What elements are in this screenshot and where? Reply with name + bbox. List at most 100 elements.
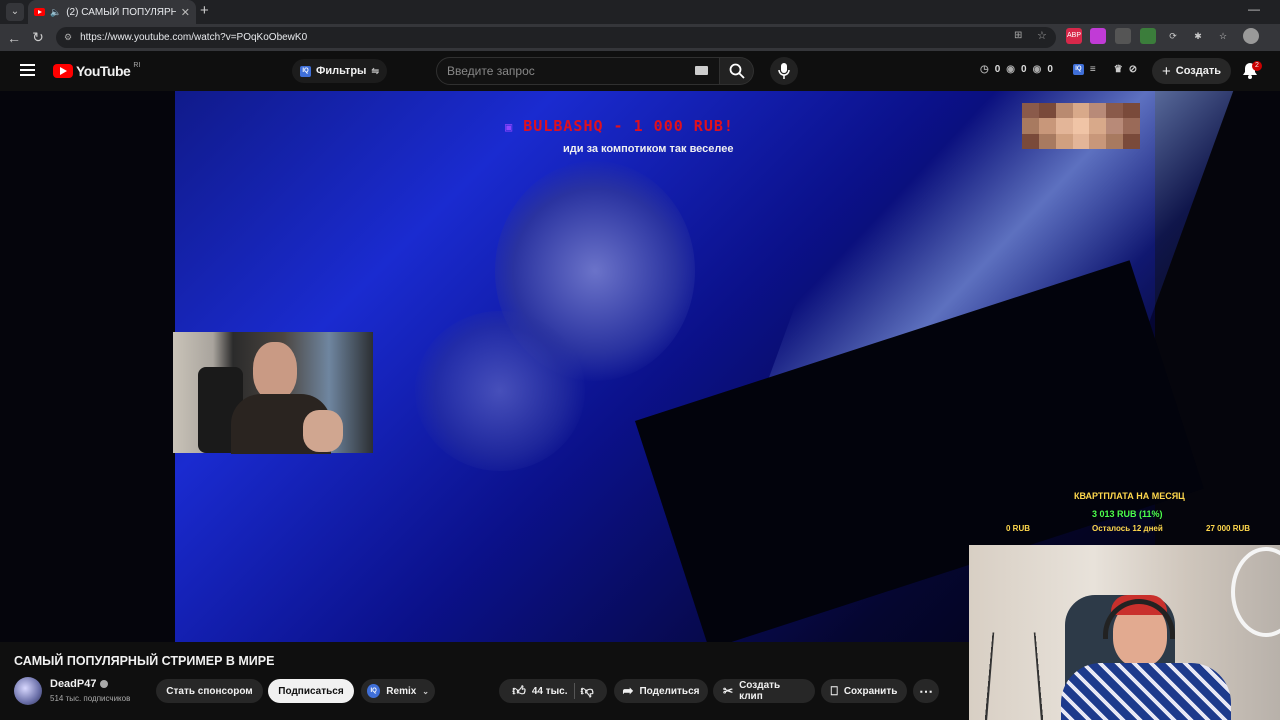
sponsor-button[interactable]: Стать спонсором	[156, 679, 263, 703]
stat-value: 0	[994, 64, 1001, 75]
filters-button[interactable]: IQ Фильтры ⇋	[292, 59, 387, 83]
sponsor-label: Стать спонсором	[166, 685, 253, 697]
create-label: Создать	[1175, 65, 1222, 77]
eye-off-icon: ◉	[1032, 64, 1042, 75]
extension-stats[interactable]: ◷ 0 ◉ 0 ◉ 0 IQ ≡ ♛ ⊘	[980, 64, 1137, 75]
tab-title: (2) САМЫЙ ПОПУЛЯРНЫЙ	[66, 6, 176, 18]
browser-tab[interactable]: 🔈 (2) САМЫЙ ПОПУЛЯРНЫЙ ✕	[28, 0, 196, 24]
tag-icon[interactable]: ⊘	[1129, 64, 1137, 75]
url-text: https://www.youtube.com/watch?v=POqKoObe…	[80, 32, 308, 43]
streamer-webcam	[173, 332, 373, 454]
adblock-extension-icon[interactable]: ABP	[1066, 28, 1082, 44]
channel-name: DeadP47	[50, 678, 97, 690]
notifications-badge: 2	[1252, 61, 1262, 71]
search-icon	[729, 63, 745, 79]
donation-message: иди за компотиком так веселее	[563, 143, 734, 155]
extension-icon[interactable]	[1115, 28, 1131, 44]
stat-value: 0	[1047, 64, 1053, 75]
like-button[interactable]: 👍︎ 44 тыс.	[512, 683, 567, 699]
pixelated-overlay	[1022, 103, 1140, 149]
remix-label: Remix	[386, 685, 417, 697]
voice-search-button[interactable]	[770, 57, 798, 85]
search-button[interactable]	[720, 57, 754, 85]
clip-label: Создать клип	[739, 680, 781, 702]
logo-country-code: RI	[133, 61, 141, 69]
search-placeholder: Введите запрос	[447, 64, 535, 78]
reload-icon[interactable]: ↻	[26, 29, 50, 46]
youtube-favicon-icon	[34, 8, 45, 16]
remix-button[interactable]: IQ Remix ⌄	[361, 679, 435, 703]
extension-icon[interactable]: IQ	[1072, 64, 1084, 75]
ring-light	[1231, 547, 1280, 637]
create-button[interactable]: + Создать	[1152, 58, 1232, 84]
video-title: САМЫЙ ПОПУЛЯРНЫЙ СТРИМЕР В МИРЕ	[14, 654, 275, 668]
back-icon[interactable]: ←	[2, 30, 26, 46]
verified-icon	[100, 680, 109, 688]
trophy-icon[interactable]: ♛	[1114, 64, 1123, 75]
keyboard-icon[interactable]	[695, 66, 708, 75]
site-info-icon[interactable]: ⚙	[64, 32, 72, 43]
youtube-header: YouTube RI IQ Фильтры ⇋ Введите запрос ◷…	[0, 51, 1280, 91]
address-bar[interactable]: ⚙ https://www.youtube.com/watch?v=POqKoO…	[56, 27, 1056, 48]
extension-icon: IQ	[300, 65, 311, 77]
goal-max: 27 000 RUB	[1206, 524, 1251, 533]
more-icon: ⋯	[919, 682, 933, 699]
browser-toolbar: ← ↻ ⚙ https://www.youtube.com/watch?v=PO…	[0, 24, 1280, 51]
scissors-icon: ✂	[723, 684, 734, 698]
goal-remaining: Осталось 12 дней	[1092, 524, 1163, 533]
favorites-icon[interactable]: ☆	[1215, 28, 1231, 44]
logo-text: YouTube	[76, 63, 131, 79]
stat-value: 0	[1021, 64, 1027, 75]
subscribe-label: Подписаться	[278, 685, 344, 697]
close-tab-icon[interactable]: ✕	[181, 6, 190, 19]
filters-label: Фильтры	[316, 65, 367, 77]
plus-icon: +	[1162, 62, 1171, 80]
subscriber-count: 514 тыс. подписчиков	[50, 694, 131, 703]
alert-title: BULBASHQ - 1 000 RUB!	[523, 117, 734, 135]
extension-icon[interactable]	[1090, 28, 1106, 44]
clip-button[interactable]: ✂ Создать клип	[713, 679, 815, 703]
goal-current: 3 013 RUB (11%)	[1092, 509, 1163, 519]
speaker-icon[interactable]: 🔈	[50, 7, 61, 18]
thumbs-down-icon: 👎︎	[580, 683, 594, 698]
like-count: 44 тыс.	[531, 685, 568, 697]
reactor-webcam	[969, 545, 1280, 720]
goal-min: 0 RUB	[1006, 524, 1031, 533]
extension-icon[interactable]	[1140, 28, 1156, 44]
share-button[interactable]: ➦ Поделиться	[614, 679, 708, 703]
minimize-window-button[interactable]: —	[1248, 2, 1260, 16]
more-actions-button[interactable]: ⋯	[913, 679, 939, 703]
goal-title: КВАРТПЛАТА НА МЕСЯЦ	[1074, 491, 1185, 501]
youtube-play-icon	[53, 64, 73, 78]
puzzle-extensions-icon[interactable]: ✱	[1190, 28, 1206, 44]
bookmark-icon: ⎕	[830, 683, 838, 698]
browser-tab-bar: ⌄ 🔈 (2) САМЫЙ ПОПУЛЯРНЫЙ ✕ + —	[0, 0, 1280, 24]
channel-avatar[interactable]	[14, 677, 42, 705]
microphone-icon	[778, 63, 790, 79]
sliders-icon: ⇋	[371, 65, 379, 76]
dislike-button[interactable]: 👎︎	[581, 683, 594, 699]
subscribe-button[interactable]: Подписаться	[268, 679, 354, 703]
person-face	[415, 311, 585, 471]
person-body	[1061, 663, 1231, 720]
donation-alert-text: ▣ BULBASHQ - 1 000 RUB!	[505, 117, 734, 135]
menu-icon[interactable]	[20, 64, 35, 76]
new-tab-button[interactable]: +	[200, 2, 209, 19]
youtube-logo[interactable]: YouTube RI	[53, 61, 141, 79]
like-dislike-group: 👍︎ 44 тыс. 👎︎	[499, 679, 607, 703]
sync-icon[interactable]: ⟳	[1165, 28, 1181, 44]
list-icon[interactable]: ≡	[1090, 64, 1096, 75]
twitch-icon: ▣	[505, 120, 514, 134]
tab-list-button[interactable]: ⌄	[6, 3, 24, 21]
chevron-down-icon: ⌄	[422, 686, 429, 696]
save-label: Сохранить	[843, 685, 898, 697]
divider	[573, 683, 575, 699]
save-button[interactable]: ⎕ Сохранить	[821, 679, 907, 703]
eye-icon: ◉	[1006, 64, 1016, 75]
bookmark-star-icon[interactable]: ☆	[1037, 29, 1047, 42]
profile-avatar[interactable]	[1243, 28, 1259, 44]
search-input[interactable]: Введите запрос	[436, 57, 720, 85]
install-app-icon[interactable]: ⊞	[1014, 30, 1022, 41]
channel-name-link[interactable]: DeadP47	[50, 678, 109, 690]
clock-icon: ◷	[980, 64, 989, 75]
